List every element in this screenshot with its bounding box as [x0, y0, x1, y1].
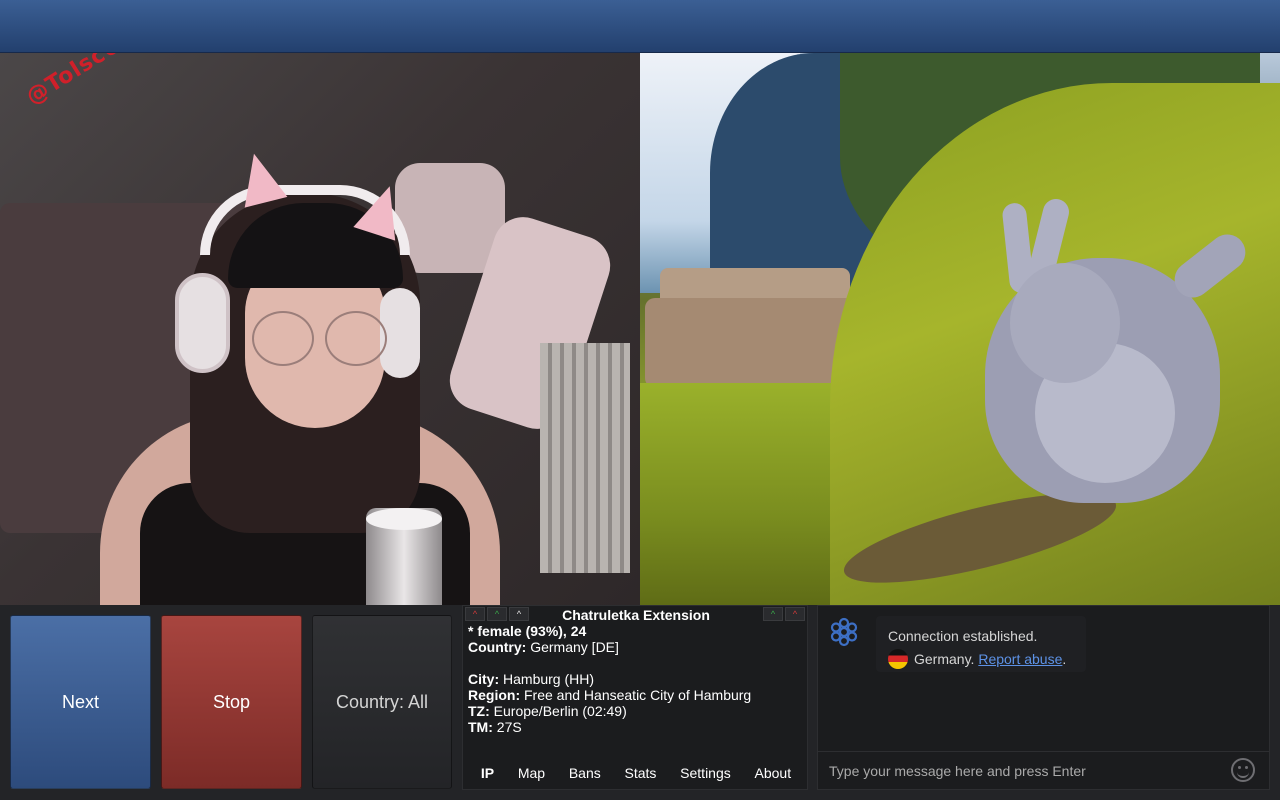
arrow-up-icon[interactable]: ^: [785, 607, 805, 621]
country-key: Country:: [468, 639, 527, 655]
smiley-icon[interactable]: [1231, 758, 1255, 782]
region-value: Free and Hanseatic City of Hamburg: [524, 687, 752, 703]
tz-value: Europe/Berlin (02:49): [493, 703, 627, 719]
microphone-top: [366, 508, 442, 530]
tm-key: TM:: [468, 719, 493, 735]
next-button[interactable]: Next: [10, 615, 151, 789]
tab-about[interactable]: About: [755, 765, 792, 785]
watermark-text: @Tolsc66: [22, 53, 139, 111]
country-filter-button[interactable]: Country: All: [312, 615, 452, 789]
extension-tabs: IP Map Bans Stats Settings About: [463, 765, 809, 785]
extension-title: Chatruletka Extension: [562, 607, 710, 623]
message-period: .: [1062, 651, 1067, 667]
region-key: Region:: [468, 687, 521, 703]
chat-panel: Connection established. Germany. Report …: [817, 605, 1270, 790]
tab-map[interactable]: Map: [518, 765, 545, 785]
gender-age-text: * female (93%), 24: [468, 623, 587, 639]
glasses-lens-left: [252, 311, 314, 366]
report-abuse-link[interactable]: Report abuse: [978, 651, 1062, 667]
city-value: Hamburg (HH): [503, 671, 595, 687]
tab-settings[interactable]: Settings: [680, 765, 731, 785]
tab-stats[interactable]: Stats: [625, 765, 657, 785]
message-country: Germany.: [914, 651, 975, 667]
headset-cup-left: [175, 273, 230, 373]
top-header-bar: [0, 0, 1280, 53]
radiator-shape: [540, 343, 630, 573]
tz-key: TZ:: [468, 703, 490, 719]
arrow-up-icon[interactable]: ^: [763, 607, 783, 621]
extension-panel: ^ ^ ^ Chatruletka Extension ^ ^ * female…: [462, 605, 808, 790]
tab-ip[interactable]: IP: [481, 765, 494, 785]
control-bar: Next Stop Country: All ^ ^ ^ Chatruletka…: [0, 605, 1280, 800]
connection-text: Connection established.: [888, 628, 1038, 644]
tab-bans[interactable]: Bans: [569, 765, 601, 785]
local-video: @Tolsc66: [0, 53, 640, 605]
stranger-info: * female (93%), 24 Country: Germany [DE]…: [468, 623, 804, 735]
chat-input-bar: [818, 751, 1269, 789]
city-key: City:: [468, 671, 500, 687]
glasses-lens-right: [325, 311, 387, 366]
country-value: Germany [DE]: [530, 639, 619, 655]
bunny-head: [1010, 263, 1120, 383]
tm-value: 27S: [496, 719, 522, 735]
chat-message-input[interactable]: [818, 752, 1218, 789]
stop-button[interactable]: Stop: [161, 615, 302, 789]
germany-flag-icon: [888, 649, 908, 669]
remote-video: [640, 53, 1280, 605]
app-window: @Tolsc66 Next Stop Country: All ^ ^ ^ Ch…: [0, 0, 1280, 800]
system-message: Connection established. Germany. Report …: [876, 616, 1086, 672]
chatruletka-logo-icon: [830, 617, 858, 647]
